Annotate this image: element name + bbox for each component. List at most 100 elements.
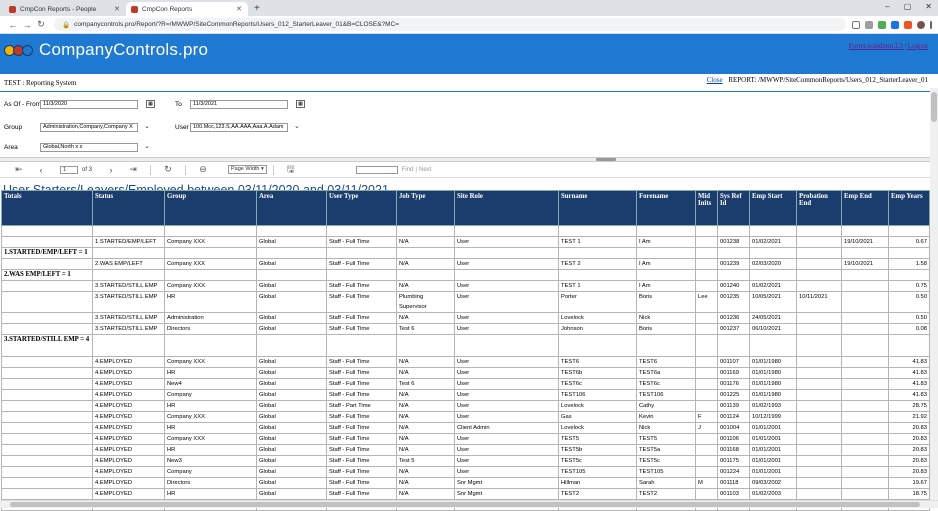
table-cell: Administration: [165, 313, 257, 324]
table-cell: Gas: [559, 412, 637, 423]
chevron-down-icon[interactable]: ⌄: [294, 122, 300, 130]
favicon-icon: [9, 6, 16, 13]
star-icon[interactable]: [852, 21, 860, 29]
user-select[interactable]: 100.Mcc,123.S,AA.AAA,Aaa.A.Adam: [190, 123, 288, 132]
table-cell: 4.EMPLOYED: [93, 423, 165, 434]
table-cell: Boris: [637, 324, 696, 335]
close-link[interactable]: Close: [707, 76, 723, 84]
table-cell: 001169: [718, 368, 750, 379]
browser-tab-reports[interactable]: CmpCon Reports ✕: [126, 2, 248, 16]
scroll-thumb[interactable]: [931, 92, 937, 122]
table-cell: [637, 248, 696, 259]
close-icon[interactable]: ✕: [114, 5, 120, 13]
previous-page-icon[interactable]: ‹: [30, 165, 52, 175]
find-input[interactable]: [356, 166, 398, 174]
table-cell: N/A: [397, 281, 455, 292]
table-row: 4.EMPLOYEDHRGlobalStaff - Full TimeN/ASn…: [2, 489, 930, 500]
table-row: 3.STARTED/STILL EMPDirectorsGlobalStaff …: [2, 324, 930, 335]
table-cell: Company XXX: [165, 357, 257, 368]
favicon-icon: [131, 6, 138, 13]
back-to-parent-icon[interactable]: ⊖: [192, 164, 214, 175]
table-cell: Nick: [637, 423, 696, 434]
back-arrow-icon[interactable]: ←: [6, 20, 20, 30]
extension-icon[interactable]: [878, 21, 886, 29]
browser-tab-strip: CmpCon Reports - People ✕ CmpCon Reports…: [0, 0, 938, 16]
find-link[interactable]: Find: [402, 167, 414, 173]
calendar-icon[interactable]: ▦: [146, 100, 155, 108]
table-cell: [842, 401, 889, 412]
table-cell: N/A: [397, 445, 455, 456]
table-cell: [397, 335, 455, 357]
table-cell: 01/01/1980: [750, 379, 797, 390]
group-label: Group: [4, 124, 22, 131]
scroll-thumb[interactable]: [10, 502, 920, 507]
table-cell: 28.75: [889, 401, 930, 412]
to-input[interactable]: 11/3/2021: [190, 100, 288, 109]
maximize-icon[interactable]: ▢: [904, 2, 912, 11]
group-select[interactable]: Administration,Company,Company X: [40, 123, 138, 132]
table-cell: [696, 324, 718, 335]
logout-link[interactable]: Logout: [908, 42, 928, 50]
table-cell: [842, 248, 889, 259]
table-row: 3.STARTED/STILL EMPCompany XXXGlobalStaf…: [2, 281, 930, 292]
table-cell: 01/01/1980: [750, 390, 797, 401]
table-cell: User: [455, 357, 559, 368]
asof-input[interactable]: 11/3/2020: [40, 100, 138, 109]
avatar[interactable]: [917, 21, 925, 29]
table-cell: 4.EMPLOYED: [93, 467, 165, 478]
next-page-icon[interactable]: ›: [100, 165, 122, 175]
menu-icon[interactable]: [930, 21, 932, 29]
table-cell: [327, 270, 397, 281]
first-page-icon[interactable]: ⇤: [8, 164, 30, 175]
user-link[interactable]: Porter.wandmin.L3: [849, 42, 903, 50]
table-cell: [696, 401, 718, 412]
extension-icon[interactable]: [904, 21, 912, 29]
export-save-icon[interactable]: 🖫: [280, 162, 302, 178]
table-cell: Staff - Full Time: [327, 313, 397, 324]
vertical-scrollbar[interactable]: [930, 88, 938, 500]
toolbar-divider: [150, 165, 151, 175]
last-page-icon[interactable]: ⇥: [122, 164, 144, 175]
table-cell: [397, 248, 455, 259]
table-cell: 001176: [718, 379, 750, 390]
page-number-input[interactable]: 1: [60, 166, 78, 174]
table-cell: User: [455, 281, 559, 292]
report-path: REPORT: /MWWP/SiteCommonReports/Users_01…: [728, 76, 928, 84]
table-cell: 10/12/1999: [750, 412, 797, 423]
table-cell: TEST106: [637, 390, 696, 401]
minimize-icon[interactable]: –: [885, 2, 889, 11]
close-icon[interactable]: ✕: [236, 5, 242, 13]
table-cell: 001107: [718, 357, 750, 368]
horizontal-scrollbar[interactable]: [0, 500, 938, 508]
splitter-handle-icon[interactable]: [596, 158, 616, 161]
zoom-select[interactable]: Page Width ▾: [228, 165, 267, 174]
chevron-down-icon[interactable]: ⌄: [144, 142, 150, 150]
next-link[interactable]: Next: [419, 167, 431, 173]
table-cell: HR: [165, 423, 257, 434]
area-select[interactable]: Global,North x x: [40, 143, 138, 152]
table-cell: [797, 456, 842, 467]
table-cell: [455, 248, 559, 259]
parameter-splitter[interactable]: [0, 158, 938, 162]
table-cell: 01/01/1980: [750, 357, 797, 368]
reload-icon[interactable]: ↻: [34, 19, 48, 30]
table-cell: TEST5: [559, 434, 637, 445]
new-tab-icon[interactable]: +: [248, 2, 266, 16]
table-cell: [842, 445, 889, 456]
extension-icon[interactable]: [865, 21, 873, 29]
extension-icon[interactable]: [891, 21, 899, 29]
forward-arrow-icon[interactable]: →: [20, 20, 34, 30]
table-cell: [165, 248, 257, 259]
refresh-icon[interactable]: ↻: [157, 164, 179, 175]
table-cell: [696, 445, 718, 456]
table-cell: [455, 226, 559, 237]
address-bar[interactable]: 🔒 companycontrols.pro/Report/?R=/MWWP/Si…: [54, 18, 846, 31]
table-cell: User: [455, 445, 559, 456]
table-cell: HR: [165, 401, 257, 412]
table-body: 1.STARTED/EMP/LEFTCompany XXXGlobalStaff…: [2, 226, 930, 511]
table-cell: N/A: [397, 390, 455, 401]
close-window-icon[interactable]: ✕: [925, 2, 932, 11]
browser-tab-people[interactable]: CmpCon Reports - People ✕: [4, 2, 126, 16]
calendar-icon[interactable]: ▦: [296, 100, 305, 108]
chevron-down-icon[interactable]: ⌄: [144, 122, 150, 130]
